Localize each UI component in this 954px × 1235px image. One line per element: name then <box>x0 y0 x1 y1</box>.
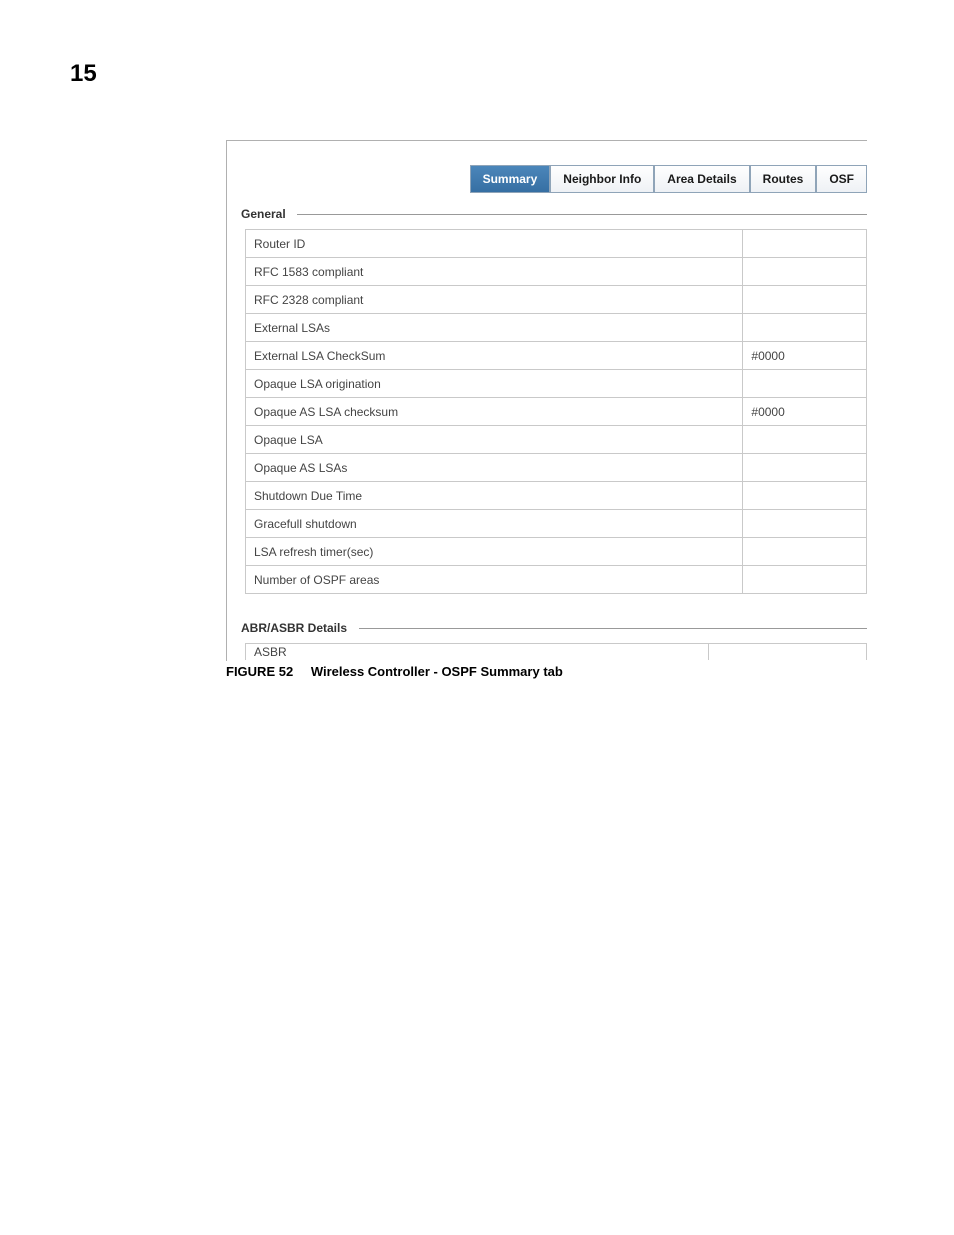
row-label: External LSAs <box>246 314 743 342</box>
row-label: Router ID <box>246 230 743 258</box>
tab-summary[interactable]: Summary <box>470 165 551 193</box>
row-value <box>743 510 867 538</box>
figure-text: Wireless Controller - OSPF Summary tab <box>311 664 563 679</box>
tab-bar: SummaryNeighbor InfoArea DetailsRoutesOS… <box>470 165 867 193</box>
section-abr-label: ABR/ASBR Details <box>241 621 353 635</box>
figure-label: FIGURE 52 <box>226 664 293 679</box>
table-row: External LSAs <box>246 314 867 342</box>
general-table: Router IDRFC 1583 compliantRFC 2328 comp… <box>245 229 867 594</box>
row-value: #0000 <box>743 398 867 426</box>
row-label: RFC 1583 compliant <box>246 258 743 286</box>
section-general-label: General <box>241 207 292 221</box>
tab-osf[interactable]: OSF <box>816 165 867 193</box>
row-label: Opaque LSA <box>246 426 743 454</box>
table-row: Gracefull shutdown <box>246 510 867 538</box>
row-value <box>743 230 867 258</box>
row-value <box>743 314 867 342</box>
table-row: Router ID <box>246 230 867 258</box>
table-row: Opaque LSA origination <box>246 370 867 398</box>
row-label: Opaque LSA origination <box>246 370 743 398</box>
table-row: RFC 1583 compliant <box>246 258 867 286</box>
table-row: External LSA CheckSum#0000 <box>246 342 867 370</box>
row-value <box>743 482 867 510</box>
table-row: LSA refresh timer(sec) <box>246 538 867 566</box>
figure-caption: FIGURE 52 Wireless Controller - OSPF Sum… <box>226 664 563 679</box>
table-row: Number of OSPF areas <box>246 566 867 594</box>
table-row: RFC 2328 compliant <box>246 286 867 314</box>
row-value: #0000 <box>743 342 867 370</box>
row-value <box>743 258 867 286</box>
tab-routes[interactable]: Routes <box>750 165 817 193</box>
row-label: Shutdown Due Time <box>246 482 743 510</box>
row-value <box>743 566 867 594</box>
row-value <box>743 538 867 566</box>
table-row: ASBR <box>246 644 867 661</box>
abr-table: ASBR <box>245 643 867 660</box>
row-label: Gracefull shutdown <box>246 510 743 538</box>
row-label: LSA refresh timer(sec) <box>246 538 743 566</box>
row-value <box>743 286 867 314</box>
row-value <box>708 644 866 661</box>
table-row: Opaque LSA <box>246 426 867 454</box>
row-value <box>743 454 867 482</box>
tab-area-details[interactable]: Area Details <box>654 165 749 193</box>
row-label: RFC 2328 compliant <box>246 286 743 314</box>
row-label: Number of OSPF areas <box>246 566 743 594</box>
section-abr-rule <box>359 628 867 629</box>
tab-neighbor-info[interactable]: Neighbor Info <box>550 165 654 193</box>
row-label: External LSA CheckSum <box>246 342 743 370</box>
row-value <box>743 370 867 398</box>
row-label: Opaque AS LSA checksum <box>246 398 743 426</box>
row-value <box>743 426 867 454</box>
page-number: 15 <box>70 60 97 88</box>
table-row: Shutdown Due Time <box>246 482 867 510</box>
ospf-panel: SummaryNeighbor InfoArea DetailsRoutesOS… <box>226 140 867 661</box>
table-row: Opaque AS LSA checksum#0000 <box>246 398 867 426</box>
table-row: Opaque AS LSAs <box>246 454 867 482</box>
row-label: ASBR <box>246 644 709 661</box>
section-general-rule <box>297 214 867 215</box>
row-label: Opaque AS LSAs <box>246 454 743 482</box>
